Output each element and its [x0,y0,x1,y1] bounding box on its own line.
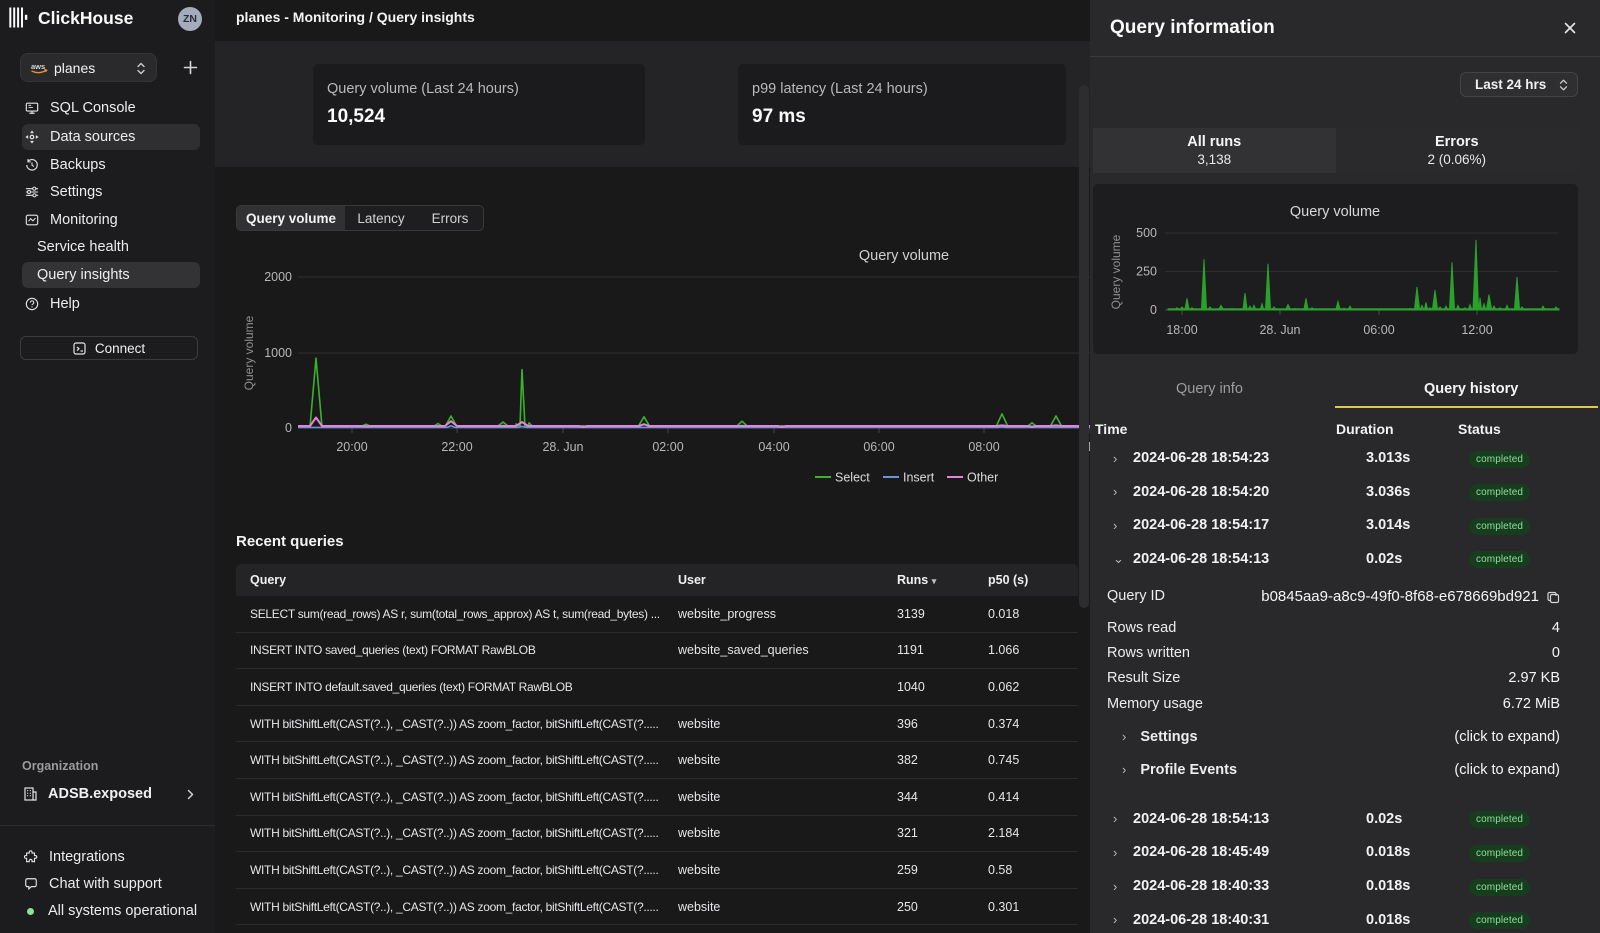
svg-text:20:00: 20:00 [336,440,367,454]
svg-text:Other: Other [967,471,998,485]
svg-text:aws: aws [31,62,45,71]
svg-text:08:00: 08:00 [968,440,999,454]
svg-text:06:00: 06:00 [1363,323,1394,337]
svg-text:0: 0 [1150,303,1157,317]
svg-text:28. Jun: 28. Jun [1259,323,1300,337]
svg-text:02:00: 02:00 [652,440,683,454]
svg-text:22:00: 22:00 [441,440,472,454]
svg-text:1000: 1000 [264,346,292,360]
svg-text:Select: Select [835,471,870,485]
svg-text:500: 500 [1136,226,1157,240]
svg-text:250: 250 [1136,265,1157,279]
svg-text:0: 0 [285,421,292,435]
svg-text:2000: 2000 [264,270,292,284]
svg-text:06:00: 06:00 [863,440,894,454]
svg-text:28. Jun: 28. Jun [542,440,583,454]
svg-text:Query volume: Query volume [1109,234,1123,309]
svg-text:18:00: 18:00 [1166,323,1197,337]
svg-text:12:00: 12:00 [1461,323,1492,337]
svg-text:Query volume: Query volume [859,248,949,264]
svg-text:Query volume: Query volume [242,315,256,390]
svg-text:Insert: Insert [903,471,935,485]
svg-text:Query volume: Query volume [1290,204,1380,220]
svg-text:04:00: 04:00 [758,440,789,454]
